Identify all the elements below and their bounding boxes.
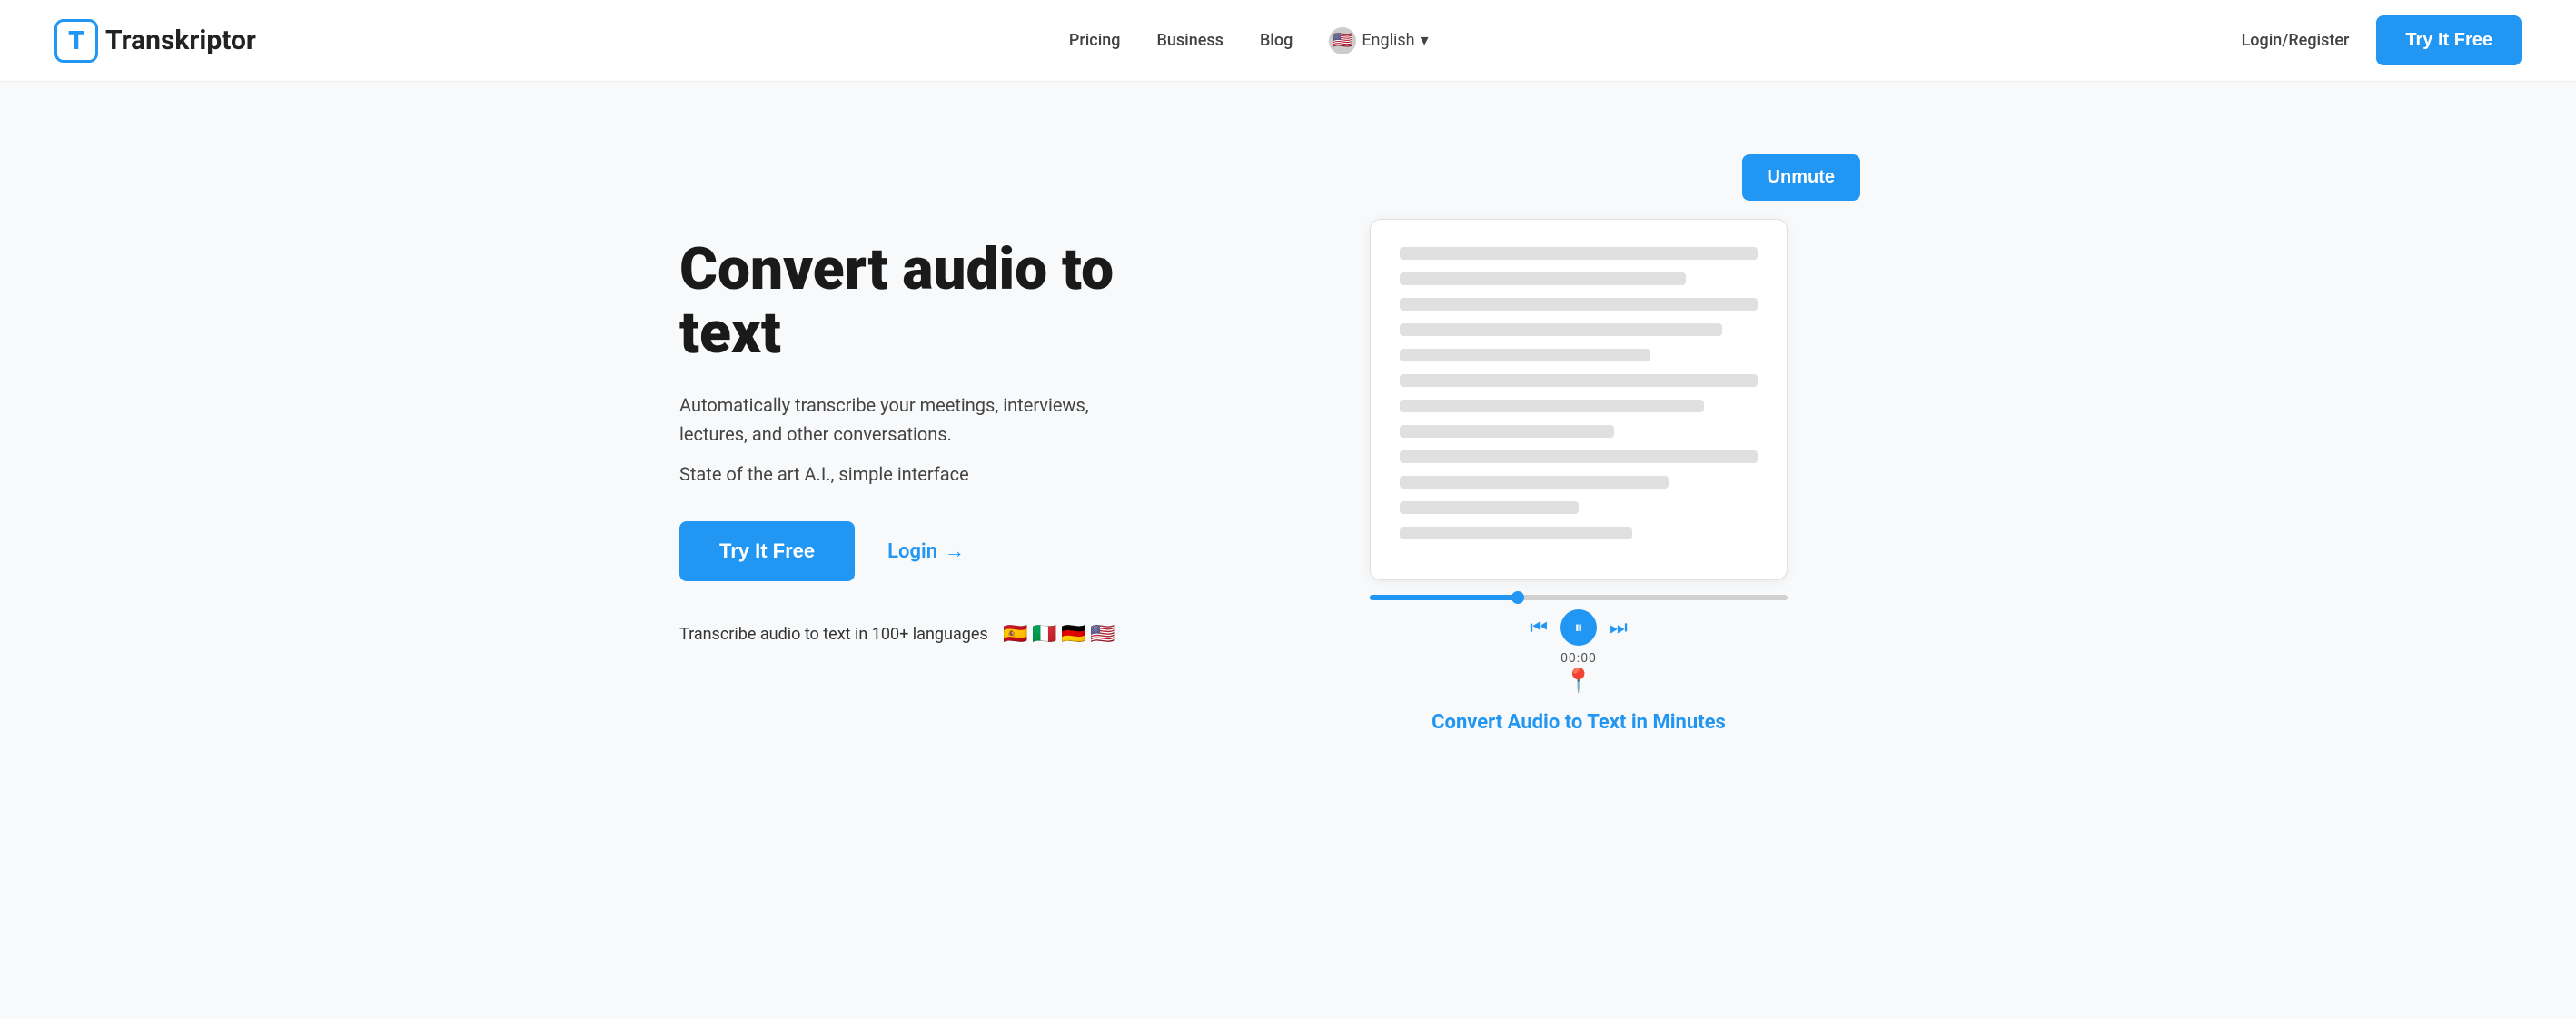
nav-pricing[interactable]: Pricing xyxy=(1069,31,1121,50)
play-button[interactable]: ⏸ xyxy=(1560,609,1597,646)
demo-caption: Convert Audio to Text in Minutes xyxy=(1432,711,1726,734)
language-flags: 🇪🇸 🇮🇹 🇩🇪 🇺🇸 xyxy=(1003,618,1119,650)
progress-fill xyxy=(1370,595,1516,600)
hero-title: Convert audio to text xyxy=(679,238,1224,366)
time-display: 00:00 xyxy=(1560,651,1597,666)
text-line-11 xyxy=(1400,501,1579,514)
location-pin-icon: 📍 xyxy=(1564,668,1593,695)
flag-icon: 🇺🇸 xyxy=(1329,27,1356,54)
nav-try-free-button[interactable]: Try It Free xyxy=(2376,15,2522,65)
logo-icon: T xyxy=(54,19,98,63)
hero-buttons: Try It Free Login → xyxy=(679,521,1224,581)
progress-bar[interactable] xyxy=(1370,595,1788,600)
unmute-button[interactable]: Unmute xyxy=(1742,154,1860,201)
hero-tagline: State of the art A.I., simple interface xyxy=(679,463,1224,485)
chevron-down-icon: ▾ xyxy=(1421,31,1429,50)
text-line-1 xyxy=(1400,247,1758,260)
flag-spanish: 🇪🇸 xyxy=(999,618,1032,650)
login-register-link[interactable]: Login/Register xyxy=(2242,31,2350,50)
audio-player: ⏮ ⏸ ⏭ 00:00 📍 xyxy=(1370,595,1788,695)
text-line-4 xyxy=(1400,323,1722,336)
flag-us: 🇺🇸 xyxy=(1086,618,1119,650)
text-line-12 xyxy=(1400,527,1632,539)
text-line-5 xyxy=(1400,349,1650,361)
logo-wordmark: Transkriptor xyxy=(105,25,256,56)
languages-text: Transcribe audio to text in 100+ languag… xyxy=(679,625,988,644)
nav-business[interactable]: Business xyxy=(1157,31,1224,50)
language-selector[interactable]: 🇺🇸 English ▾ xyxy=(1329,27,1428,54)
logo[interactable]: T Transkriptor xyxy=(54,19,256,63)
nav-blog[interactable]: Blog xyxy=(1260,31,1293,50)
text-line-3 xyxy=(1400,298,1758,311)
nav-right: Login/Register Try It Free xyxy=(2242,15,2522,65)
transcript-card xyxy=(1370,219,1788,580)
flag-german: 🇩🇪 xyxy=(1057,618,1090,650)
hero-subtitle: Automatically transcribe your meetings, … xyxy=(679,391,1152,449)
flag-italian: 🇮🇹 xyxy=(1028,618,1061,650)
languages-row: Transcribe audio to text in 100+ languag… xyxy=(679,618,1224,650)
text-line-2 xyxy=(1400,272,1686,285)
hero-login-link[interactable]: Login → xyxy=(887,539,965,563)
arrow-icon: → xyxy=(945,539,965,563)
player-controls: ⏮ ⏸ ⏭ xyxy=(1530,609,1628,646)
hero-try-free-button[interactable]: Try It Free xyxy=(679,521,855,581)
progress-thumb xyxy=(1511,591,1524,604)
login-label: Login xyxy=(887,540,937,563)
text-line-7 xyxy=(1400,400,1704,412)
text-line-8 xyxy=(1400,425,1614,438)
rewind-icon[interactable]: ⏮ xyxy=(1530,617,1548,639)
text-line-6 xyxy=(1400,374,1758,387)
nav-links: Pricing Business Blog 🇺🇸 English ▾ xyxy=(1069,27,1429,54)
hero-demo: Unmute ⏮ ⏸ ⏭ 00:00 xyxy=(1261,154,1897,734)
hero-content: Convert audio to text Automatically tran… xyxy=(679,238,1224,651)
text-line-9 xyxy=(1400,450,1758,463)
text-line-10 xyxy=(1400,476,1669,489)
hero-section: Convert audio to text Automatically tran… xyxy=(607,82,1969,788)
fast-forward-icon[interactable]: ⏭ xyxy=(1610,617,1628,639)
language-label: English xyxy=(1362,31,1414,50)
